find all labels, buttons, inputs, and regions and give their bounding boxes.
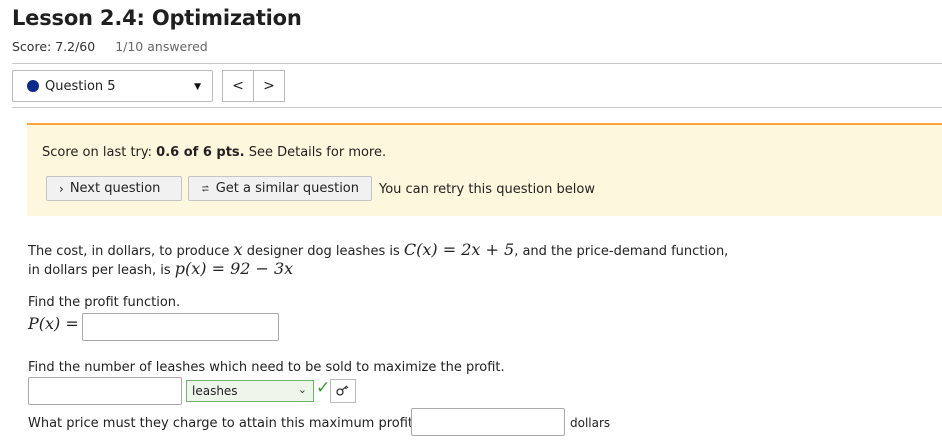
problem-statement: The cost, in dollars, to produce x desig… (28, 240, 728, 259)
problem-text: , and the price-demand function, (514, 244, 729, 259)
similar-question-label: Get a similar question (215, 181, 359, 196)
prev-question-button[interactable]: < (222, 70, 254, 102)
similar-question-button[interactable]: Get a similar question (188, 176, 372, 201)
caret-down-icon: ▼ (194, 82, 201, 92)
next-question-button[interactable]: › Next question (46, 176, 182, 201)
next-question-arrow-button[interactable]: > (253, 70, 285, 102)
problem-text: The cost, in dollars, to produce (28, 244, 234, 259)
profit-label: P(x) = (28, 314, 79, 333)
problem-statement-line2: in dollars per leash, is p(x) = 92 − 3x (28, 259, 293, 278)
key-icon[interactable] (330, 379, 356, 403)
price-function: p(x) = 92 − 3x (174, 259, 294, 278)
refresh-icon (201, 185, 209, 192)
divider (12, 107, 942, 108)
price-unit-label: dollars (570, 416, 611, 430)
cost-function: C(x) = 2x + 5 (403, 240, 515, 259)
chevron-right-icon: › (59, 181, 64, 196)
math-var: x (233, 240, 243, 259)
problem-text: in dollars per leash, is (28, 263, 175, 278)
unit-select-value: leashes (192, 384, 238, 398)
page-title: Lesson 2.4: Optimization (12, 6, 302, 30)
question-profit: Find the profit function. (28, 295, 181, 310)
question-selector[interactable]: Question 5 ▼ (12, 70, 213, 102)
answered-count: 1/10 answered (115, 39, 208, 54)
checkmark-icon: ✓ (316, 378, 331, 398)
unit-select[interactable]: leashes ⌄ (186, 380, 314, 402)
last-try-message: Score on last try: 0.6 of 6 pts. See Det… (42, 145, 386, 160)
status-dot-icon (27, 80, 39, 92)
question-quantity: Find the number of leashes which need to… (28, 360, 505, 375)
score-line: Score: 7.2/60 1/10 answered (12, 39, 208, 54)
price-input[interactable] (411, 408, 565, 436)
last-try-suffix: See Details for more. (244, 145, 387, 160)
retry-text: You can retry this question below (379, 182, 595, 197)
quantity-input[interactable] (28, 377, 182, 405)
key-icon-glyph (336, 385, 349, 396)
profit-function-input[interactable] (82, 313, 279, 341)
problem-text: designer dog leashes is (242, 244, 404, 259)
score-text: Score: 7.2/60 (12, 39, 96, 54)
last-try-prefix: Score on last try: (42, 145, 157, 160)
profit-function-label: P(x) = (28, 314, 79, 333)
last-try-score: 0.6 of 6 pts. (156, 145, 245, 160)
chevron-down-icon: ⌄ (297, 383, 307, 396)
next-question-label: Next question (69, 181, 161, 196)
score-alert: Score on last try: 0.6 of 6 pts. See Det… (27, 123, 942, 216)
question-price: What price must they charge to attain th… (28, 416, 420, 431)
question-selector-label: Question 5 (45, 78, 116, 94)
divider (12, 63, 942, 64)
